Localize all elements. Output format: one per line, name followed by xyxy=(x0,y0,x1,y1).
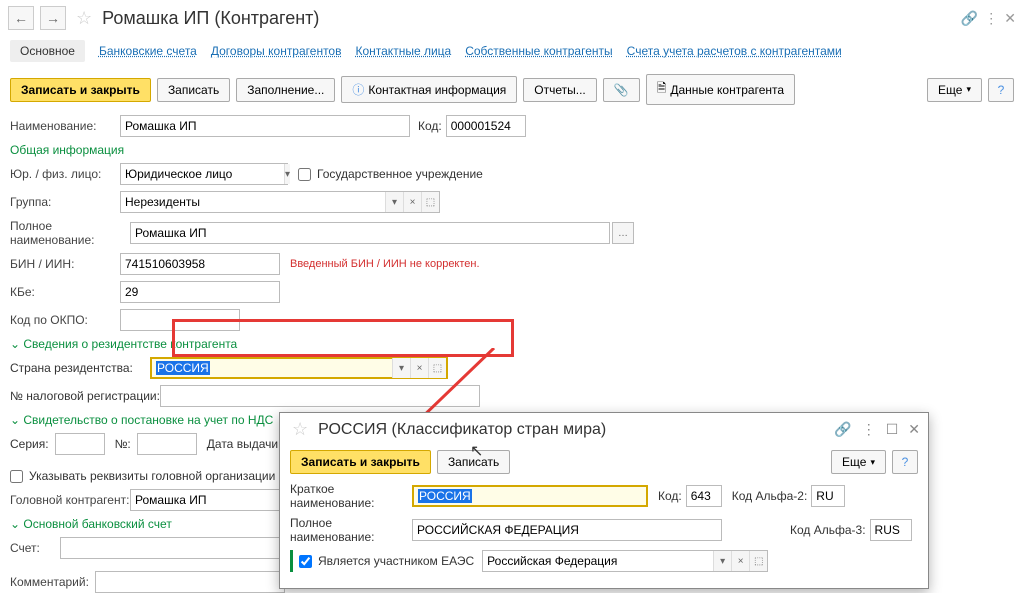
attach-button[interactable]: 📎 xyxy=(603,78,640,102)
fullname-expand-button[interactable]: … xyxy=(612,222,634,244)
kebab-menu-icon[interactable]: ⋮ xyxy=(984,10,998,27)
fullname-input[interactable] xyxy=(130,222,610,244)
clear-icon[interactable]: × xyxy=(403,192,421,212)
clear-icon[interactable]: × xyxy=(410,358,428,378)
comment-input[interactable] xyxy=(95,571,285,593)
legal-select[interactable]: ▾ xyxy=(120,163,288,185)
open-icon[interactable]: ⬚ xyxy=(421,192,439,212)
name-label: Наименование: xyxy=(10,119,120,133)
back-button[interactable]: ← xyxy=(8,6,34,30)
help-button[interactable]: ? xyxy=(988,78,1014,102)
alpha2-input[interactable] xyxy=(811,485,845,507)
annotation-red-box xyxy=(172,319,514,357)
fill-button[interactable]: Заполнение... xyxy=(236,78,335,102)
head-org-checkbox[interactable] xyxy=(10,470,23,483)
page-title: Ромашка ИП (Контрагент) xyxy=(102,8,319,29)
tab-contacts[interactable]: Контактные лица xyxy=(355,44,451,58)
close-icon[interactable]: ✕ xyxy=(908,421,920,438)
taxreg-input[interactable] xyxy=(160,385,480,407)
country-label: Страна резидентства: xyxy=(10,361,140,375)
series-label: Серия: xyxy=(10,437,49,451)
agent-data-button[interactable]: 🗎Данные контрагента xyxy=(646,74,795,105)
reports-button[interactable]: Отчеты... xyxy=(523,78,596,102)
okpo-label: Код по ОКПО: xyxy=(10,313,120,327)
code-label: Код: xyxy=(418,119,442,133)
more-button[interactable]: Еще ▾ xyxy=(927,78,982,102)
legal-label: Юр. / физ. лицо: xyxy=(10,167,120,181)
dropdown-icon[interactable]: ▾ xyxy=(284,164,290,184)
short-name-label: Краткое наименование: xyxy=(290,482,412,510)
popup-help-button[interactable]: ? xyxy=(892,450,918,474)
forward-button[interactable]: → xyxy=(40,6,66,30)
full-name-input[interactable] xyxy=(412,519,722,541)
bin-input[interactable] xyxy=(120,253,280,275)
dropdown-icon[interactable]: ▾ xyxy=(385,192,403,212)
link-icon[interactable]: 🔗 xyxy=(834,421,851,438)
clear-icon[interactable]: × xyxy=(731,551,749,571)
tab-contracts[interactable]: Договоры контрагентов xyxy=(211,44,342,58)
popup-code-label: Код: xyxy=(658,489,682,503)
alpha3-label: Код Альфа-3: xyxy=(790,523,866,537)
kbe-label: КБе: xyxy=(10,285,120,299)
section-general: Общая информация xyxy=(10,143,1014,157)
bin-label: БИН / ИИН: xyxy=(10,257,120,271)
eaes-country-select[interactable]: ▾ × ⬚ xyxy=(482,550,768,572)
series-input[interactable] xyxy=(55,433,105,455)
favorite-star-icon[interactable]: ☆ xyxy=(76,8,92,29)
account-input[interactable] xyxy=(60,537,280,559)
alpha3-input[interactable] xyxy=(870,519,912,541)
dropdown-icon[interactable]: ▾ xyxy=(713,551,731,571)
save-button[interactable]: Записать xyxy=(157,78,230,102)
num-input[interactable] xyxy=(137,433,197,455)
save-close-button[interactable]: Записать и закрыть xyxy=(10,78,151,102)
dropdown-icon[interactable]: ▾ xyxy=(392,358,410,378)
bin-error-text: Введенный БИН / ИИН не корректен. xyxy=(290,258,480,270)
maximize-icon[interactable]: ☐ xyxy=(886,421,899,438)
eaes-checkbox-label: Является участником ЕАЭС xyxy=(318,554,474,568)
alpha2-label: Код Альфа-2: xyxy=(732,489,808,503)
open-icon[interactable]: ⬚ xyxy=(749,551,767,571)
kebab-menu-icon[interactable]: ⋮ xyxy=(862,421,876,438)
full-name-label: Полное наименование: xyxy=(290,516,412,544)
head-agent-input[interactable] xyxy=(130,489,280,511)
popup-save-close-button[interactable]: Записать и закрыть xyxy=(290,450,431,474)
head-agent-label: Головной контрагент: xyxy=(10,493,130,507)
group-select[interactable]: ▾ × ⬚ xyxy=(120,191,440,213)
kbe-input[interactable] xyxy=(120,281,280,303)
cursor-icon: ↖ xyxy=(470,441,483,461)
close-icon[interactable]: ✕ xyxy=(1004,10,1016,27)
name-input[interactable] xyxy=(120,115,410,137)
tab-bank-accounts[interactable]: Банковские счета xyxy=(99,44,197,58)
account-label: Счет: xyxy=(10,541,60,555)
tab-own-agents[interactable]: Собственные контрагенты xyxy=(465,44,612,58)
tab-settlement-accounts[interactable]: Счета учета расчетов с контрагентами xyxy=(627,44,842,58)
popup-code-input[interactable] xyxy=(686,485,722,507)
code-input[interactable] xyxy=(446,115,526,137)
contact-info-button[interactable]: ⓘКонтактная информация xyxy=(341,76,517,103)
country-select[interactable]: РОССИЯ ▾ × ⬚ xyxy=(150,357,448,379)
eaes-checkbox[interactable] xyxy=(299,555,312,568)
head-org-checkbox-label: Указывать реквизиты головной организации… xyxy=(29,469,294,483)
gov-checkbox[interactable] xyxy=(298,168,311,181)
link-icon[interactable]: 🔗 xyxy=(961,10,978,27)
short-name-input[interactable]: РОССИЯ xyxy=(412,485,648,507)
popup-title: РОССИЯ (Классификатор стран мира) xyxy=(318,421,606,439)
popup-more-button[interactable]: Еще ▾ xyxy=(831,450,886,474)
num-label: №: xyxy=(115,437,131,451)
taxreg-label: № налоговой регистрации: xyxy=(10,389,160,403)
date-label: Дата выдачи: xyxy=(207,437,282,451)
group-label: Группа: xyxy=(10,195,120,209)
fullname-label: Полное наименование: xyxy=(10,219,130,247)
open-icon[interactable]: ⬚ xyxy=(428,358,446,378)
gov-checkbox-label: Государственное учреждение xyxy=(317,167,483,181)
tab-main[interactable]: Основное xyxy=(10,40,85,62)
favorite-star-icon[interactable]: ☆ xyxy=(292,419,308,440)
